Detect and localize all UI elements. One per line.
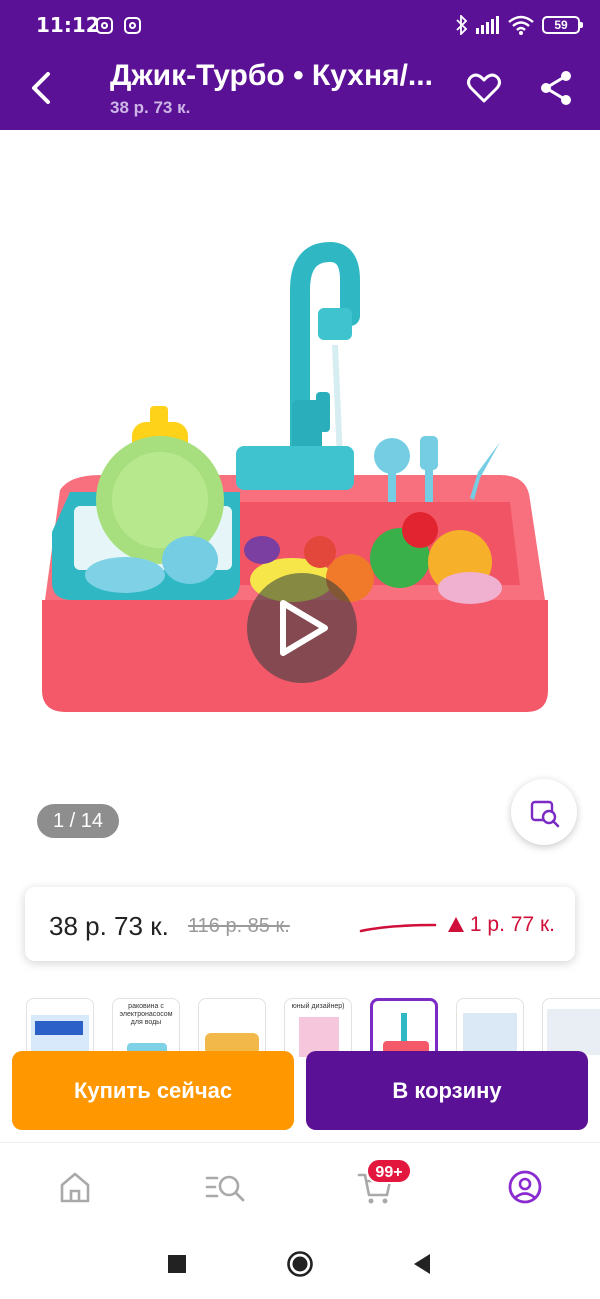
- recents-button[interactable]: [163, 1250, 191, 1278]
- buy-now-button[interactable]: Купить сейчас: [12, 1051, 294, 1130]
- home-icon: [60, 1172, 90, 1203]
- share-icon: [541, 71, 571, 105]
- thumbnail-image: [463, 1013, 517, 1053]
- header-price: 38 р. 73 к.: [110, 98, 191, 117]
- product-title: Джик-Турбо • Кухня/...: [110, 59, 433, 92]
- back-button[interactable]: [24, 66, 64, 110]
- app-screen: 11:12 59 Джик-Турбо • Кухня/... 38 р. 73…: [0, 0, 600, 1299]
- play-icon: [280, 600, 328, 656]
- price-card[interactable]: 38 р. 73 к. 116 р. 85 к. 1 р. 77 к.: [25, 887, 575, 961]
- profile-icon: [508, 1170, 542, 1204]
- system-navigation: [0, 1228, 600, 1299]
- catalog-search-icon: [205, 1175, 245, 1202]
- favorite-button[interactable]: [464, 68, 504, 108]
- add-to-cart-button[interactable]: В корзину: [306, 1051, 588, 1130]
- image-counter: 1 / 14: [37, 804, 119, 838]
- thumbnail-6[interactable]: [456, 998, 524, 1058]
- nav-home[interactable]: [55, 1167, 95, 1207]
- signal-icon: [476, 16, 499, 34]
- app-header: Джик-Турбо • Кухня/... 38 р. 73 к.: [0, 46, 600, 130]
- current-price: 38 р. 73 к.: [49, 911, 169, 941]
- thumbnail-3[interactable]: [198, 998, 266, 1058]
- system-back-button[interactable]: [408, 1250, 436, 1278]
- instagram-icon: [96, 17, 113, 34]
- home-button[interactable]: [286, 1250, 314, 1278]
- thumbnail-caption: юный дизайнер): [291, 1003, 345, 1010]
- thumbnail-2[interactable]: раковина с электронасосом для воды: [112, 998, 180, 1058]
- thumbnail-image: [547, 1009, 600, 1055]
- share-button[interactable]: [536, 68, 576, 108]
- price-change: 1 р. 77 к.: [447, 913, 555, 937]
- price-trend-sparkline: [359, 923, 437, 933]
- status-bar: 11:12 59: [0, 0, 600, 46]
- product-gallery[interactable]: 1 / 14: [0, 130, 600, 870]
- status-icons: 59: [456, 15, 583, 35]
- old-price: 116 р. 85 к.: [188, 915, 290, 937]
- home-circle-icon: [287, 1251, 313, 1277]
- instagram-icon: [124, 17, 141, 34]
- image-search-icon: [530, 800, 560, 828]
- thumbnail-5[interactable]: [370, 998, 438, 1058]
- thumbnail-strip: раковина с электронасосом для воды юный …: [26, 998, 600, 1058]
- heart-icon: [467, 73, 501, 103]
- image-search-button[interactable]: [511, 779, 577, 845]
- thumbnail-image: [401, 1013, 407, 1043]
- arrow-up-triangle-icon: [447, 917, 464, 932]
- wifi-icon: [508, 15, 534, 35]
- bluetooth-icon: [456, 15, 468, 35]
- thumbnail-caption: раковина с электронасосом для воды: [119, 1003, 173, 1026]
- nav-profile[interactable]: [505, 1167, 545, 1207]
- battery-icon: 59: [542, 16, 583, 34]
- status-time: 11:12: [36, 13, 100, 37]
- nav-catalog[interactable]: [205, 1167, 245, 1207]
- cart-count-badge: 99+: [366, 1158, 412, 1184]
- play-video-button[interactable]: [247, 573, 357, 683]
- bottom-navigation: [0, 1142, 600, 1228]
- price-change-value: 1 р. 77 к.: [469, 913, 555, 936]
- back-triangle-icon: [414, 1254, 430, 1274]
- recents-square-icon: [168, 1255, 186, 1273]
- product-image[interactable]: [0, 130, 600, 870]
- thumbnail-1[interactable]: [26, 998, 94, 1058]
- thumbnail-7[interactable]: [542, 998, 600, 1058]
- thumbnail-image: [35, 1021, 83, 1035]
- thumbnail-4[interactable]: юный дизайнер): [284, 998, 352, 1058]
- back-arrow-icon: [32, 72, 50, 104]
